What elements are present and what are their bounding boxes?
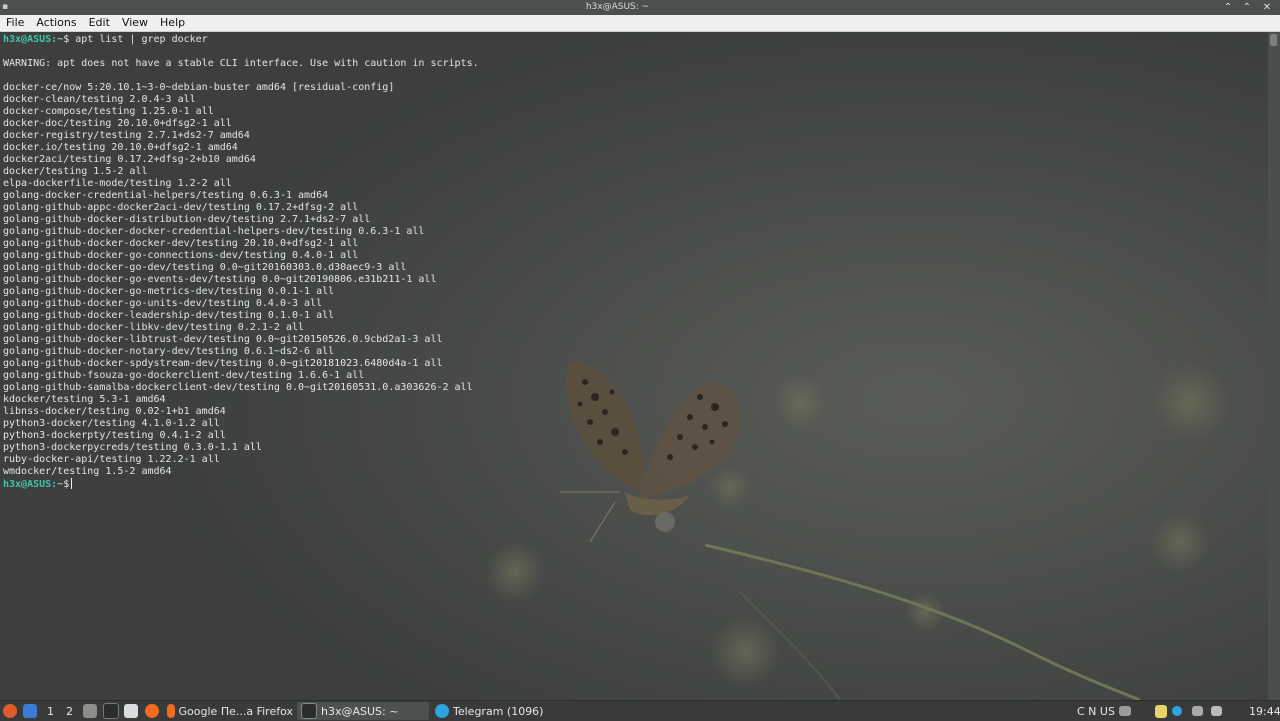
app-menu-icon (3, 704, 17, 718)
menu-edit[interactable]: Edit (83, 15, 116, 31)
desktop-icon (23, 704, 37, 718)
command-text: apt list | grep docker (69, 34, 208, 45)
output-line: python3-dockerpycreds/testing 0.3.0-1.1 … (3, 442, 262, 453)
task-terminal[interactable]: h3x@ASUS: ~ (297, 702, 429, 720)
minimize-icon[interactable]: ⌃ (1221, 1, 1235, 14)
firefox-icon (145, 704, 159, 718)
output-line: elpa-dockerfile-mode/testing 1.2-2 all (3, 178, 232, 189)
output-line: golang-github-docker-go-metrics-dev/test… (3, 286, 335, 297)
task-label: Google Пе...a Firefox (178, 704, 293, 718)
menu-actions[interactable]: Actions (30, 15, 82, 31)
output-line: ruby-docker-api/testing 1.22.2-1 all (3, 454, 220, 465)
output-line: docker.io/testing 20.10.0+dfsg2-1 amd64 (3, 142, 238, 153)
output-line: golang-github-fsouza-go-dockerclient-dev… (3, 370, 365, 381)
tray-notes[interactable] (1155, 701, 1167, 721)
output-line: golang-github-docker-go-events-dev/testi… (3, 274, 437, 285)
output-line: golang-github-docker-libtrust-dev/testin… (3, 334, 443, 345)
show-desktop-button[interactable] (23, 701, 37, 721)
output-line: golang-github-docker-spdystream-dev/test… (3, 358, 443, 369)
output-line: golang-github-docker-go-units-dev/testin… (3, 298, 323, 309)
menu-file[interactable]: File (0, 15, 30, 31)
terminal-output: h3x@ASUS:~$ apt list | grep docker WARNI… (3, 34, 479, 491)
text-cursor (71, 478, 73, 489)
telegram-icon (435, 704, 449, 718)
task-label: Telegram (1096) (453, 704, 544, 718)
keyboard-layout-indicator[interactable]: C N US (1077, 701, 1115, 721)
text-editor-icon (124, 704, 138, 718)
output-line: docker-compose/testing 1.25.0-1 all (3, 106, 214, 117)
output-line: golang-github-docker-go-connections-dev/… (3, 250, 359, 261)
output-line: golang-github-docker-libkv-dev/testing 0… (3, 322, 305, 333)
output-line: golang-github-appc-docker2aci-dev/testin… (3, 202, 359, 213)
prompt-user: h3x@ASUS: (3, 34, 58, 45)
prompt-dir: ~$ (57, 34, 70, 45)
menu-view[interactable]: View (116, 15, 154, 31)
file-manager-icon (83, 704, 97, 718)
window-title: h3x@ASUS: ~ (585, 2, 650, 12)
output-line: docker-doc/testing 20.10.0+dfsg2-1 all (3, 118, 232, 129)
final-prompt-user: h3x@ASUS: (3, 479, 58, 490)
tray-battery[interactable] (1211, 701, 1222, 721)
editor-launcher[interactable] (124, 701, 138, 721)
output-line: golang-github-docker-leadership-dev/test… (3, 310, 335, 321)
output-line: python3-dockerpty/testing 0.4.1-2 all (3, 430, 226, 441)
desktop-2[interactable]: 2 (66, 701, 73, 721)
desktop-1[interactable]: 1 (47, 701, 54, 721)
close-icon[interactable]: ✕ (1260, 1, 1274, 14)
task-label: h3x@ASUS: ~ (321, 704, 399, 718)
output-line: docker-ce/now 5:20.10.1~3-0~debian-buste… (3, 82, 395, 93)
output-line: libnss-docker/testing 0.02-1+b1 amd64 (3, 406, 226, 417)
output-line: golang-github-docker-notary-dev/testing … (3, 346, 335, 357)
network-icon (1119, 706, 1131, 716)
task-firefox[interactable]: Google Пе...a Firefox (163, 702, 293, 720)
menu-help[interactable]: Help (154, 15, 191, 31)
output-line: wmdocker/testing 1.5-2 amd64 (3, 466, 172, 477)
output-line: docker-registry/testing 2.7.1+ds2-7 amd6… (3, 130, 250, 141)
maximize-icon[interactable]: ⌃ (1240, 1, 1254, 14)
output-line: docker/testing 1.5-2 all (3, 166, 148, 177)
output-line: golang-github-docker-docker-dev/testing … (3, 238, 359, 249)
output-line: golang-docker-credential-helpers/testing… (3, 190, 329, 201)
terminal-icon (301, 703, 317, 719)
final-prompt-dir: ~$ (57, 479, 70, 490)
window-titlebar[interactable]: ▪ h3x@ASUS: ~ ⌃ ⌃ ✕ (0, 0, 1280, 15)
output-line: golang-github-samalba-dockerclient-dev/t… (3, 382, 473, 393)
notes-icon (1155, 704, 1167, 718)
battery-icon (1211, 706, 1222, 716)
tray-telegram[interactable] (1172, 701, 1182, 721)
menu-bar: File Actions Edit View Help (0, 15, 1280, 32)
scrollbar-thumb[interactable] (1270, 34, 1277, 46)
start-menu-button[interactable] (3, 701, 17, 721)
output-line: golang-github-docker-docker-credential-h… (3, 226, 425, 237)
tray-network[interactable] (1119, 701, 1131, 721)
task-telegram[interactable]: Telegram (1096) (431, 702, 563, 720)
file-manager-launcher[interactable] (83, 701, 97, 721)
output-line: kdocker/testing 5.3-1 amd64 (3, 394, 166, 405)
output-line: python3-docker/testing 4.1.0-1.2 all (3, 418, 220, 429)
clock[interactable]: 19:44 (1249, 701, 1280, 721)
volume-icon (1192, 706, 1203, 716)
terminal-view[interactable]: h3x@ASUS:~$ apt list | grep docker WARNI… (0, 32, 1268, 700)
terminal-scrollbar[interactable] (1268, 32, 1280, 700)
output-line: WARNING: apt does not have a stable CLI … (3, 58, 479, 69)
terminal-launcher[interactable] (103, 701, 119, 721)
command-output: WARNING: apt does not have a stable CLI … (3, 58, 479, 477)
terminal-icon (103, 703, 119, 719)
output-line: docker2aci/testing 0.17.2+dfsg-2+b10 amd… (3, 154, 256, 165)
firefox-icon (167, 704, 175, 718)
telegram-tray-icon (1172, 706, 1182, 716)
taskbar: 1 2 Google Пе...a Firefox h3x@ASUS: ~ Te… (0, 700, 1280, 721)
tray-volume[interactable] (1192, 701, 1203, 721)
output-line: golang-github-docker-go-dev/testing 0.0~… (3, 262, 407, 273)
firefox-launcher[interactable] (145, 701, 159, 721)
output-line: docker-clean/testing 2.0.4-3 all (3, 94, 196, 105)
output-line: golang-github-docker-distribution-dev/te… (3, 214, 371, 225)
